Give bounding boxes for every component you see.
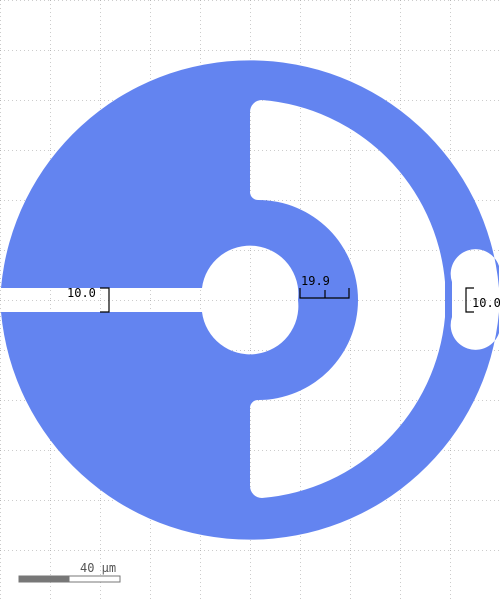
right-gap-label: 10.0: [472, 296, 500, 310]
scale-bar-dark: [18, 575, 70, 583]
left-gap-label: 10.0: [67, 286, 96, 300]
layout-canvas: 10.0 19.9 10.0 40 µm: [0, 0, 500, 600]
scale-bar-label: 40 µm: [80, 561, 116, 575]
scale-bar-light: [68, 575, 121, 583]
center-width-label: 19.9: [301, 274, 330, 288]
